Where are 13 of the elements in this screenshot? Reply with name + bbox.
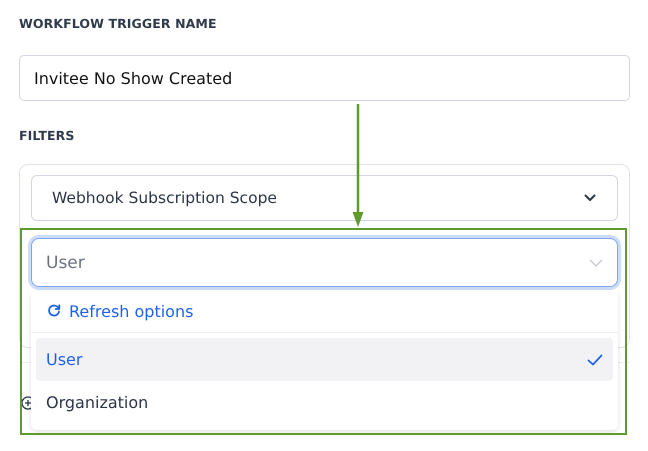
dropdown-option[interactable]: User xyxy=(36,338,613,381)
refresh-options-button[interactable]: Refresh options xyxy=(31,290,618,333)
refresh-icon xyxy=(47,304,61,318)
search-input[interactable]: User xyxy=(46,252,589,272)
check-icon xyxy=(587,354,603,366)
name-input-field[interactable]: Invitee No Show Created xyxy=(19,55,630,101)
section-label: FILTERS xyxy=(19,128,74,143)
dropdown-option[interactable]: Organization xyxy=(36,381,613,424)
field-label: WORKFLOW TRIGGER NAME xyxy=(19,16,217,31)
filter-select[interactable]: Webhook Subscription Scope xyxy=(31,175,618,221)
search-select-field[interactable]: User xyxy=(31,238,618,287)
chevron-down-icon xyxy=(584,194,596,202)
chevron-down-icon xyxy=(589,258,603,266)
